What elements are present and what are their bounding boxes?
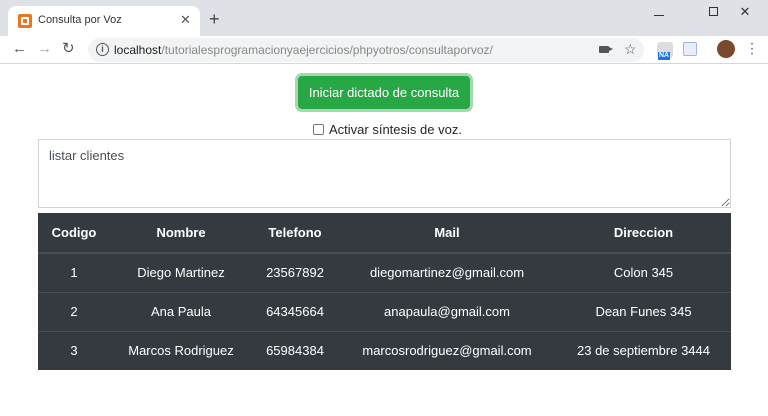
cell-codigo: 3 bbox=[38, 330, 110, 370]
extension-badge: NA bbox=[658, 52, 671, 60]
cell-mail: diegomartinez@gmail.com bbox=[338, 252, 556, 292]
camera-icon[interactable] bbox=[599, 46, 613, 53]
translate-extension-icon[interactable] bbox=[683, 42, 697, 56]
close-window-button[interactable]: ✕ bbox=[722, 4, 768, 24]
column-header: Nombre bbox=[110, 213, 252, 254]
back-icon[interactable]: ← bbox=[12, 41, 27, 57]
cell-telefono: 65984384 bbox=[252, 330, 338, 370]
cell-telefono: 23567892 bbox=[252, 252, 338, 292]
cell-mail: marcosrodriguez@gmail.com bbox=[338, 330, 556, 370]
cell-nombre: Marcos Rodriguez bbox=[110, 330, 252, 370]
reload-icon[interactable]: ↻ bbox=[62, 41, 75, 57]
table-row: 3 Marcos Rodriguez 65984384 marcosrodrig… bbox=[38, 330, 731, 370]
results-table: Codigo Nombre Telefono Mail Direccion 1 … bbox=[38, 213, 731, 370]
tab-title: Consulta por Voz bbox=[38, 14, 122, 26]
cell-mail: anapaula@gmail.com bbox=[338, 291, 556, 331]
cell-telefono: 64345664 bbox=[252, 291, 338, 331]
speech-synthesis-checkbox[interactable] bbox=[313, 124, 324, 135]
star-icon[interactable]: ☆ bbox=[624, 41, 637, 58]
cell-nombre: Diego Martinez bbox=[110, 252, 252, 292]
browser-tab[interactable]: Consulta por Voz ✕ bbox=[8, 6, 200, 36]
cell-nombre: Ana Paula bbox=[110, 291, 252, 331]
browser-tab-bar: Consulta por Voz ✕ + ✕ bbox=[0, 0, 768, 36]
column-header: Codigo bbox=[38, 213, 110, 254]
address-bar[interactable]: i localhost/tutorialesprogramacionyaejer… bbox=[88, 38, 644, 62]
forward-icon[interactable]: → bbox=[37, 41, 52, 57]
table-header-row: Codigo Nombre Telefono Mail Direccion bbox=[38, 213, 731, 254]
cell-direccion: Dean Funes 345 bbox=[556, 291, 731, 331]
new-tab-icon[interactable]: + bbox=[209, 10, 220, 28]
cell-direccion: Colon 345 bbox=[556, 252, 731, 292]
column-header: Telefono bbox=[252, 213, 338, 254]
speech-synthesis-label: Activar síntesis de voz. bbox=[329, 122, 462, 137]
cell-codigo: 2 bbox=[38, 291, 110, 331]
table-row: 1 Diego Martinez 23567892 diegomartinez@… bbox=[38, 252, 731, 292]
url-text[interactable]: localhost/tutorialesprogramacionyaejerci… bbox=[114, 43, 493, 57]
url-host: localhost bbox=[114, 43, 162, 57]
url-path: /tutorialesprogramacionyaejercicios/phpy… bbox=[161, 43, 493, 57]
info-icon[interactable]: i bbox=[96, 43, 109, 56]
avatar[interactable] bbox=[717, 40, 735, 58]
query-textarea[interactable]: listar clientes bbox=[38, 139, 731, 208]
table-row: 2 Ana Paula 64345664 anapaula@gmail.com … bbox=[38, 291, 731, 331]
start-dictation-button[interactable]: Iniciar dictado de consulta bbox=[298, 76, 470, 109]
browser-toolbar: ← → ↻ i localhost/tutorialesprogramacion… bbox=[0, 36, 768, 64]
column-header: Mail bbox=[338, 213, 556, 254]
column-header: Direccion bbox=[556, 213, 731, 254]
favicon-icon bbox=[18, 14, 32, 28]
menu-icon[interactable]: ⋮ bbox=[745, 41, 759, 55]
tab-close-icon[interactable]: ✕ bbox=[180, 12, 191, 28]
cell-direccion: 23 de septiembre 3444 bbox=[556, 330, 731, 370]
minimize-button[interactable] bbox=[636, 4, 682, 24]
cell-codigo: 1 bbox=[38, 252, 110, 292]
